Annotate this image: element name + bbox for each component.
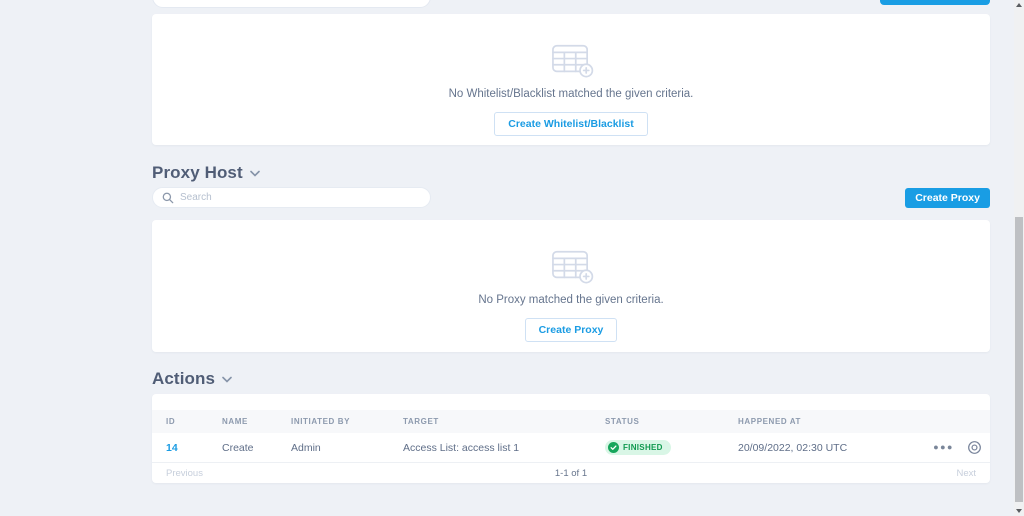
header-id: ID [166,417,222,426]
proxy-admin-page: No Whitelist/Blacklist matched the given… [0,0,1024,516]
create-whitelist-top-button[interactable] [880,0,990,5]
proxy-search-input[interactable] [180,192,422,203]
proxy-host-title: Proxy Host [152,163,243,183]
row-id-link[interactable]: 14 [166,442,222,454]
chevron-down-icon [222,376,232,383]
header-target: TARGET [403,417,605,426]
actions-heading[interactable]: Actions [152,369,232,389]
create-whitelist-button[interactable]: Create Whitelist/Blacklist [494,112,647,136]
table-pagination: Previous 1-1 of 1 Next [152,462,990,483]
vertical-scrollbar[interactable] [1014,0,1024,516]
row-target: Access List: access list 1 [403,442,605,454]
row-happened-at: 20/09/2022, 02:30 UTC [738,442,920,454]
whitelist-empty-card: No Whitelist/Blacklist matched the given… [152,14,990,145]
row-more-menu-icon[interactable]: ●●● [933,443,954,452]
create-proxy-button[interactable]: Create Proxy [905,188,990,208]
proxy-empty-card: No Proxy matched the given criteria. Cre… [152,220,990,352]
actions-table: ID NAME INITIATED BY TARGET STATUS HAPPE… [152,394,990,483]
pagination-range: 1-1 of 1 [152,468,990,479]
scrollbar-thumb[interactable] [1015,217,1023,502]
check-circle-icon [608,442,619,453]
proxy-search[interactable] [152,187,431,208]
whitelist-search-input[interactable] [152,0,431,8]
row-name: Create [222,442,291,454]
empty-table-icon [548,41,594,79]
header-happened-at: HAPPENED AT [738,417,920,426]
actions-title: Actions [152,369,215,389]
status-badge-label: FINISHED [623,443,663,452]
chevron-down-icon [250,170,260,177]
header-status: STATUS [605,417,738,426]
actions-table-header: ID NAME INITIATED BY TARGET STATUS HAPPE… [152,410,990,433]
proxy-host-heading[interactable]: Proxy Host [152,163,260,183]
proxy-empty-text: No Proxy matched the given criteria. [478,294,663,306]
table-row: 14 Create Admin Access List: access list… [152,433,990,462]
scroll-up-arrow-icon[interactable] [1014,0,1024,10]
create-proxy-empty-button[interactable]: Create Proxy [525,318,618,342]
row-initiated-by: Admin [291,442,403,454]
empty-table-icon [548,247,594,285]
whitelist-empty-text: No Whitelist/Blacklist matched the given… [449,88,694,100]
scroll-down-arrow-icon[interactable] [1014,506,1024,516]
row-view-eye-icon[interactable] [967,440,982,455]
header-initiated-by: INITIATED BY [291,417,403,426]
search-icon [162,192,174,204]
header-name: NAME [222,417,291,426]
status-badge: FINISHED [605,440,671,455]
